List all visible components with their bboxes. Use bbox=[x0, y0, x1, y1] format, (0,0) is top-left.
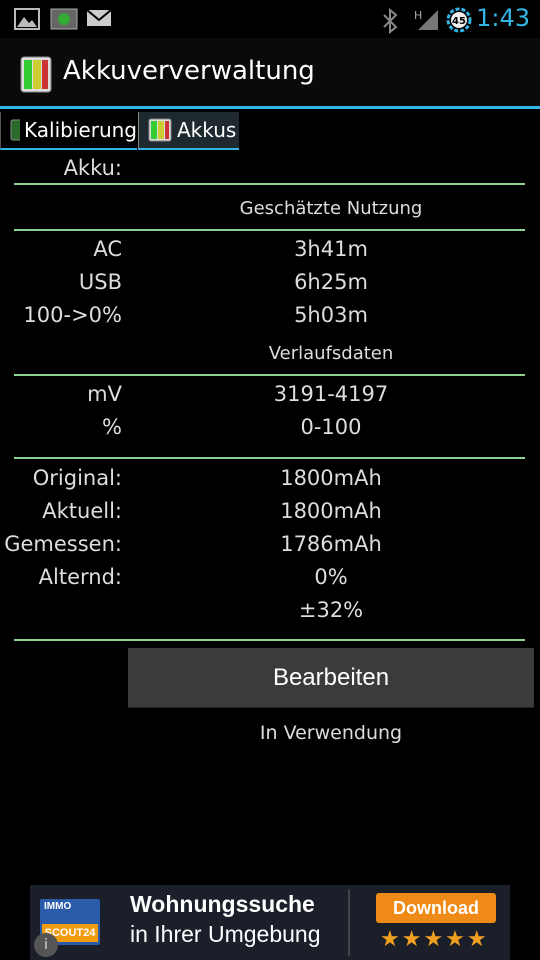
ad-subline: in Ihrer Umgebung bbox=[130, 921, 321, 947]
battery-icon bbox=[10, 119, 21, 141]
usage-header: Geschätzte Nutzung bbox=[239, 198, 423, 219]
ad-headline: Wohnungssuche bbox=[130, 891, 315, 917]
divider bbox=[14, 374, 525, 376]
bluetooth-icon bbox=[383, 8, 398, 34]
capacity-value-gemessen: 1786mAh bbox=[280, 532, 382, 556]
history-header: Verlaufsdaten bbox=[268, 343, 394, 364]
ad-download-button[interactable]: Download bbox=[376, 893, 496, 923]
usage-value-full: 5h03m bbox=[294, 303, 368, 327]
tab-kalibierung[interactable]: Kalibierung bbox=[0, 112, 137, 150]
action-bar: Akkuververwaltung bbox=[0, 38, 540, 109]
tab-akkus[interactable]: Akkus bbox=[138, 112, 239, 150]
battery-icon bbox=[148, 118, 172, 142]
divider bbox=[14, 457, 525, 459]
app-battery-icon bbox=[20, 56, 52, 93]
status-bar: H 45 1:43 bbox=[0, 0, 540, 38]
tab-label: Kalibierung bbox=[24, 118, 137, 142]
capacity-label-original: Original: bbox=[32, 466, 122, 490]
history-value-mv: 3191-4197 bbox=[273, 382, 389, 406]
capacity-label-alternd: Alternd: bbox=[38, 565, 122, 589]
capacity-label-gemessen: Gemessen: bbox=[4, 532, 122, 556]
capacity-value-aktuell: 1800mAh bbox=[280, 499, 382, 523]
akku-label: Akku: bbox=[63, 156, 122, 180]
usage-value-usb: 6h25m bbox=[294, 270, 368, 294]
logo-text-top: IMMO bbox=[44, 901, 72, 912]
battery-gear-icon: 45 bbox=[446, 7, 472, 33]
history-value-percent: 0-100 bbox=[300, 415, 362, 439]
network-type-label: H bbox=[414, 9, 422, 22]
divider bbox=[14, 183, 525, 185]
divider bbox=[14, 229, 525, 231]
clock: 1:43 bbox=[476, 4, 530, 32]
app-notification-icon bbox=[50, 8, 78, 30]
capacity-value-alternd: 0% bbox=[314, 565, 348, 589]
usage-label-ac: AC bbox=[93, 237, 122, 261]
usage-label-usb: USB bbox=[78, 270, 122, 294]
usage-label-full: 100->0% bbox=[23, 303, 122, 327]
usage-value-ac: 3h41m bbox=[294, 237, 368, 261]
capacity-value-original: 1800mAh bbox=[280, 466, 382, 490]
battery-level-label: 45 bbox=[452, 16, 466, 27]
history-label-mv: mV bbox=[87, 382, 122, 406]
edit-button[interactable]: Bearbeiten bbox=[128, 648, 534, 708]
ad-banner[interactable]: IMMO SCOUT24 Wohnungssuche in Ihrer Umge… bbox=[30, 885, 510, 960]
gallery-notification-icon bbox=[14, 8, 40, 30]
ad-separator bbox=[348, 889, 350, 956]
capacity-tolerance: ±32% bbox=[298, 598, 364, 622]
app-title: Akkuververwaltung bbox=[63, 56, 315, 86]
rating-stars-icon: ★★★★★ bbox=[380, 927, 489, 952]
signal-icon: H bbox=[414, 9, 438, 30]
email-notification-icon bbox=[86, 9, 112, 26]
ad-info-icon[interactable]: i bbox=[34, 933, 58, 957]
battery-status: In Verwendung bbox=[259, 722, 403, 744]
history-label-percent: % bbox=[102, 415, 122, 439]
tab-label: Akkus bbox=[177, 118, 237, 142]
divider bbox=[14, 639, 525, 641]
capacity-label-aktuell: Aktuell: bbox=[42, 499, 122, 523]
